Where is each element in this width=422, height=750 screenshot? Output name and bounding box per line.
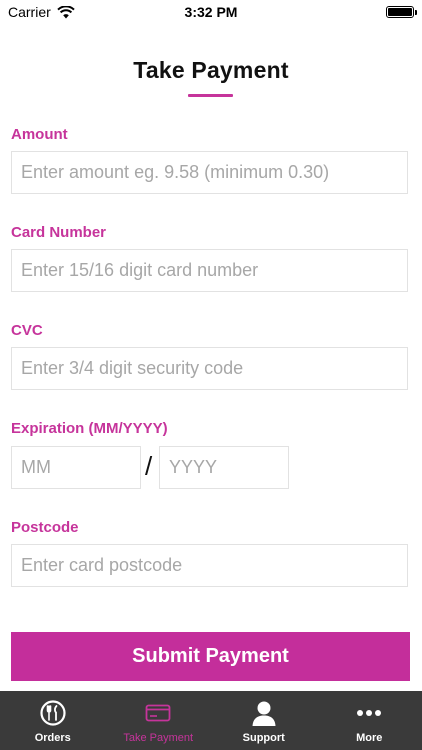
cvc-label: CVC bbox=[11, 322, 43, 339]
expiration-month-input[interactable] bbox=[11, 446, 141, 489]
tab-bar: Orders Take Payment Support More bbox=[0, 691, 422, 750]
tab-orders[interactable]: Orders bbox=[0, 691, 106, 750]
tab-orders-label: Orders bbox=[34, 732, 71, 744]
more-dots-icon bbox=[355, 699, 383, 727]
page-title: Take Payment bbox=[133, 57, 289, 83]
card-number-input[interactable] bbox=[11, 249, 408, 292]
tab-take-payment[interactable]: Take Payment bbox=[106, 691, 212, 750]
postcode-input[interactable] bbox=[11, 544, 408, 587]
battery-icon bbox=[386, 6, 417, 18]
credit-card-icon bbox=[144, 699, 172, 727]
expiration-separator: / bbox=[145, 451, 153, 481]
title-underline bbox=[188, 94, 233, 97]
expiration-year-input[interactable] bbox=[159, 446, 289, 489]
person-icon bbox=[250, 699, 278, 727]
expiration-label: Expiration (MM/YYYY) bbox=[11, 420, 168, 437]
plate-cutlery-icon bbox=[39, 699, 67, 727]
postcode-label: Postcode bbox=[11, 519, 79, 536]
amount-label: Amount bbox=[11, 126, 68, 143]
status-time: 3:32 PM bbox=[184, 4, 238, 20]
cvc-input[interactable] bbox=[11, 347, 408, 390]
submit-payment-button[interactable]: Submit Payment bbox=[11, 632, 410, 681]
tab-support[interactable]: Support bbox=[211, 691, 317, 750]
tab-support-label: Support bbox=[242, 732, 285, 744]
tab-take-payment-label: Take Payment bbox=[123, 732, 194, 744]
tab-more[interactable]: More bbox=[317, 691, 422, 750]
status-bar: Carrier 3:32 PM bbox=[0, 0, 422, 24]
amount-input[interactable] bbox=[11, 151, 408, 194]
card-number-label: Card Number bbox=[11, 224, 107, 241]
tab-more-label: More bbox=[356, 732, 383, 744]
